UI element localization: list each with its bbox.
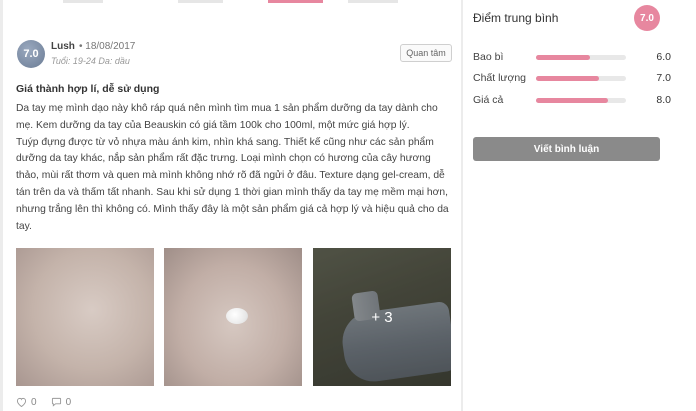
review-photo[interactable] xyxy=(16,248,154,386)
more-photos-count: + 3 xyxy=(371,308,393,326)
action-bar: 0 0 xyxy=(16,395,85,409)
rating-bar-fill xyxy=(536,55,590,60)
sidebar-title: Điểm trung bình xyxy=(473,11,559,25)
rating-bar-fill xyxy=(536,76,599,81)
average-score: 7.0 xyxy=(640,12,654,24)
avatar-score: 7.0 xyxy=(23,48,39,60)
rating-row-packaging: Bao bì 6.0 xyxy=(473,51,671,65)
rating-row-price: Giá cả 8.0 xyxy=(473,94,671,108)
review-body: Da tay mẹ mình dạo này khô ráp quá nên m… xyxy=(16,101,456,235)
comment-icon xyxy=(51,397,61,407)
rating-label: Chất lượng xyxy=(473,72,527,84)
tab-indicator xyxy=(348,0,398,3)
review-photo[interactable] xyxy=(164,248,302,386)
rating-bar-track xyxy=(536,98,626,103)
review-date: • 18/08/2017 xyxy=(79,41,136,52)
avatar[interactable]: 7.0 xyxy=(17,40,45,68)
more-photos-overlay[interactable]: + 3 xyxy=(313,248,451,386)
rating-label: Giá cả xyxy=(473,94,504,106)
rating-value: 8.0 xyxy=(656,94,671,106)
top-tab-strip xyxy=(3,0,461,6)
comment-button[interactable]: 0 xyxy=(51,396,72,408)
rating-bar-track xyxy=(536,76,626,81)
rating-value: 6.0 xyxy=(656,51,671,63)
heart-icon xyxy=(16,397,27,407)
rating-sidebar: Điểm trung bình 7.0 Bao bì 6.0 Chất lượn… xyxy=(463,0,696,411)
review-card: 7.0 Lush • 18/08/2017 Tuổi: 19-24 Da: dầ… xyxy=(3,0,461,411)
write-review-button[interactable]: Viết bình luận xyxy=(473,137,660,161)
comment-count: 0 xyxy=(65,396,72,408)
review-photo[interactable]: + 3 xyxy=(313,248,451,386)
tab-indicator-active xyxy=(268,0,323,3)
follow-button[interactable]: Quan tâm xyxy=(400,44,452,62)
rating-bar-fill xyxy=(536,98,608,103)
rating-value: 7.0 xyxy=(656,72,671,84)
username[interactable]: Lush xyxy=(51,41,75,52)
rating-bar-track xyxy=(536,55,626,60)
like-button[interactable]: 0 xyxy=(16,397,37,408)
user-meta: Tuổi: 19-24 Da: dầu xyxy=(51,56,130,66)
tab-indicator xyxy=(178,0,223,3)
tab-indicator xyxy=(63,0,103,3)
cream-dollop xyxy=(226,308,248,324)
review-paragraph: Da tay mẹ mình dạo này khô ráp quá nên m… xyxy=(16,103,438,131)
rating-label: Bao bì xyxy=(473,51,504,63)
review-title: Giá thành hợp lí, dễ sử dụng xyxy=(16,83,160,95)
review-paragraph: Tuýp đựng được từ vỏ nhựa màu ánh kim, n… xyxy=(16,136,449,232)
average-score-badge: 7.0 xyxy=(634,5,660,31)
rating-row-quality: Chất lượng 7.0 xyxy=(473,72,671,86)
like-count: 0 xyxy=(31,396,37,408)
